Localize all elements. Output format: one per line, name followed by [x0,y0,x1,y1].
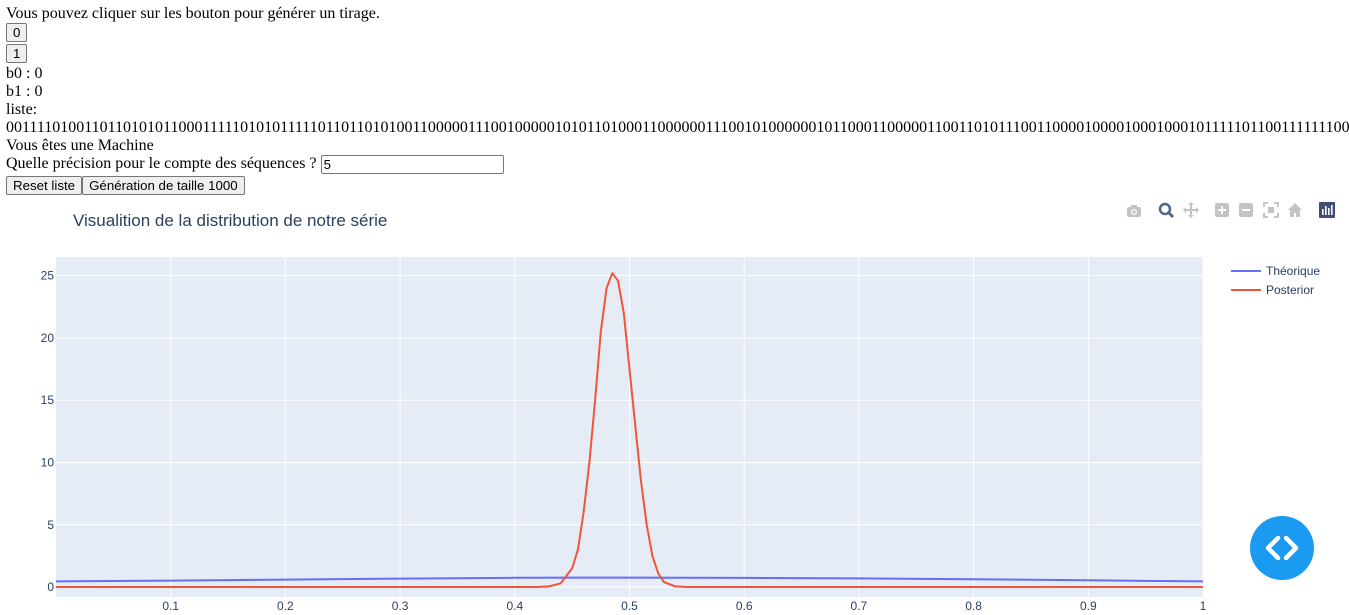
draw-zero-button[interactable]: 0 [6,23,28,42]
x-tick-label: 0.6 [736,599,753,613]
plotly-logo-icon[interactable] [1319,202,1335,218]
y-tick-label: 5 [47,518,54,532]
x-tick-label: 0.7 [851,599,868,613]
y-tick-label: 25 [41,269,55,283]
chart-title: Visualition de la distribution de notre … [73,211,387,230]
machine-text: Vous êtes une Machine [6,137,154,154]
x-tick-label: 0.5 [621,599,638,613]
legend-label-posterior: Posterior [1266,283,1314,297]
legend-item-theorique[interactable]: Théorique [1231,264,1320,278]
home-icon[interactable] [1288,203,1302,217]
x-tick-label: 1 [1200,599,1207,613]
x-tick-label: 0.8 [965,599,982,613]
legend-item-posterior[interactable]: Posterior [1231,283,1314,297]
generate-1000-button[interactable]: Génération de taille 1000 [82,176,245,195]
b0-count: b0 : 0 [6,65,43,82]
autoscale-icon[interactable] [1263,202,1279,218]
camera-icon[interactable] [1127,205,1141,217]
y-tick-label: 10 [41,455,55,469]
reset-list-button[interactable]: Reset liste [6,176,83,195]
precision-row: Quelle précision pour le compte des séqu… [6,155,1349,176]
liste-label: liste: [6,101,38,118]
legend: Théorique Posterior [1231,264,1320,297]
zoom-in-icon[interactable] [1215,203,1229,217]
pan-icon[interactable] [1183,202,1199,218]
page-content: Vous pouvez cliquer sur les bouton pour … [6,5,1349,197]
zoom-out-icon[interactable] [1239,203,1253,217]
legend-label-theorique: Théorique [1266,264,1320,278]
distribution-chart: Visualition de la distribution de notre … [41,202,1335,613]
code-brackets-icon [1265,535,1299,561]
precision-label: Quelle précision pour le compte des séqu… [6,155,317,173]
y-tick-label: 0 [47,580,54,594]
intro-text: Vous pouvez cliquer sur les bouton pour … [6,5,380,22]
modebar [1127,202,1335,219]
x-tick-label: 0.1 [162,599,179,613]
zoom-icon[interactable] [1158,202,1175,219]
x-axis: 0.1 0.2 0.3 0.4 0.5 0.6 0.7 0.8 0.9 1 [162,599,1206,613]
code-toggle-button[interactable] [1250,516,1314,580]
draw-one-button[interactable]: 1 [6,44,28,63]
precision-input[interactable] [320,155,504,174]
y-tick-label: 20 [41,331,55,345]
sequence-text: 0011110100110110101011000111110101011111… [6,119,1349,136]
b1-count: b1 : 0 [6,83,43,100]
x-tick-label: 0.4 [506,599,523,613]
x-tick-label: 0.3 [392,599,409,613]
y-axis: 0 5 10 15 20 25 [41,269,55,594]
x-tick-label: 0.9 [1080,599,1097,613]
x-tick-label: 0.2 [277,599,294,613]
y-tick-label: 15 [41,393,55,407]
